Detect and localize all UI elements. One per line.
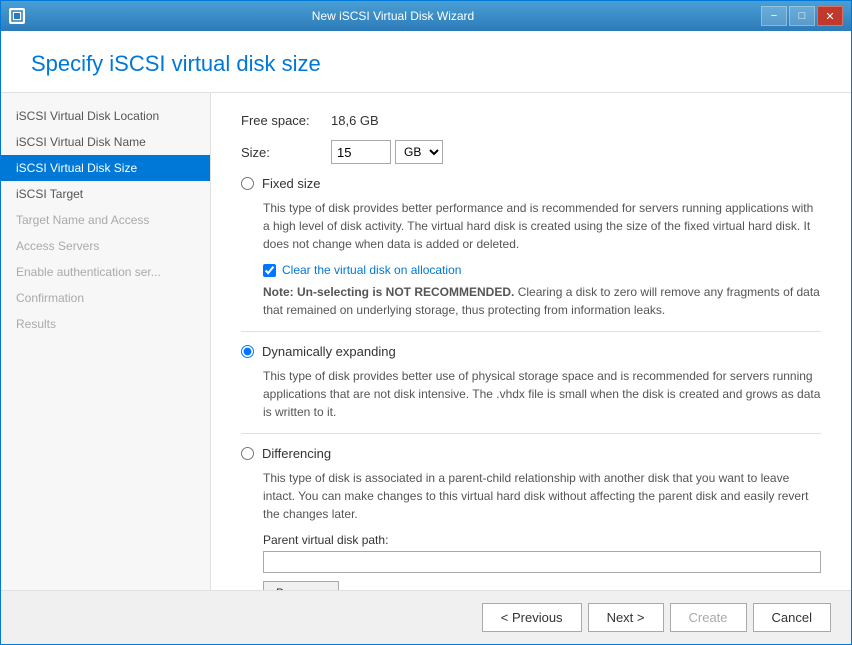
differencing-radio[interactable] [241, 447, 254, 460]
clear-disk-checkbox[interactable] [263, 264, 276, 277]
create-button: Create [670, 603, 747, 632]
app-icon [9, 8, 25, 24]
dynamic-label[interactable]: Dynamically expanding [262, 344, 396, 359]
note-text: Note: Un-selecting is NOT RECOMMENDED. C… [263, 283, 821, 319]
differencing-label[interactable]: Differencing [262, 446, 331, 461]
free-space-value: 18,6 GB [331, 113, 379, 128]
section-divider-2 [241, 433, 821, 434]
sidebar-item-iscsi-location[interactable]: iSCSI Virtual Disk Location [1, 103, 210, 129]
parent-path-input[interactable] [263, 551, 821, 573]
sidebar-item-iscsi-name[interactable]: iSCSI Virtual Disk Name [1, 129, 210, 155]
sidebar-item-enable-auth: Enable authentication ser... [1, 259, 210, 285]
sidebar-item-results: Results [1, 311, 210, 337]
minimize-button[interactable]: − [761, 6, 787, 26]
sidebar-item-access-servers: Access Servers [1, 233, 210, 259]
page-title: Specify iSCSI virtual disk size [31, 51, 821, 77]
checkbox-label[interactable]: Clear the virtual disk on allocation [282, 263, 461, 277]
window-controls: − □ ✕ [761, 6, 843, 26]
size-unit-container: GB MB TB [395, 140, 443, 164]
free-space-label: Free space: [241, 113, 331, 128]
differencing-option: Differencing [241, 446, 821, 461]
dynamic-description: This type of disk provides better use of… [263, 367, 821, 421]
main-content: Free space: 18,6 GB Size: GB MB TB [211, 93, 851, 590]
next-button[interactable]: Next > [588, 603, 664, 632]
wizard-body: Specify iSCSI virtual disk size iSCSI Vi… [1, 31, 851, 644]
sidebar-item-iscsi-target[interactable]: iSCSI Target [1, 181, 210, 207]
size-row: Size: GB MB TB [241, 140, 821, 164]
wizard-content: iSCSI Virtual Disk Location iSCSI Virtua… [1, 93, 851, 590]
size-unit-select[interactable]: GB MB TB [395, 140, 443, 164]
section-divider-1 [241, 331, 821, 332]
note-bold-prefix: Note: Un-selecting is NOT RECOMMENDED. [263, 285, 514, 299]
sidebar-item-target-name: Target Name and Access [1, 207, 210, 233]
title-bar: New iSCSI Virtual Disk Wizard − □ ✕ [1, 1, 851, 31]
differencing-description: This type of disk is associated in a par… [263, 469, 821, 523]
clear-disk-checkbox-row: Clear the virtual disk on allocation [263, 263, 821, 277]
previous-button[interactable]: < Previous [482, 603, 582, 632]
cancel-button[interactable]: Cancel [753, 603, 831, 632]
parent-path-section: Parent virtual disk path: Browse... [263, 533, 821, 590]
restore-button[interactable]: □ [789, 6, 815, 26]
wizard-header: Specify iSCSI virtual disk size [1, 31, 851, 93]
dynamic-option: Dynamically expanding [241, 344, 821, 359]
free-space-row: Free space: 18,6 GB [241, 113, 821, 128]
fixed-size-description: This type of disk provides better perfor… [263, 199, 821, 253]
fixed-size-label[interactable]: Fixed size [262, 176, 321, 191]
sidebar-item-iscsi-size[interactable]: iSCSI Virtual Disk Size [1, 155, 210, 181]
parent-path-label: Parent virtual disk path: [263, 533, 821, 547]
close-button[interactable]: ✕ [817, 6, 843, 26]
fixed-size-option: Fixed size [241, 176, 821, 191]
size-label: Size: [241, 145, 331, 160]
sidebar: iSCSI Virtual Disk Location iSCSI Virtua… [1, 93, 211, 590]
dynamic-radio[interactable] [241, 345, 254, 358]
wizard-footer: < Previous Next > Create Cancel [1, 590, 851, 644]
browse-button[interactable]: Browse... [263, 581, 339, 590]
size-input[interactable] [331, 140, 391, 164]
window-title: New iSCSI Virtual Disk Wizard [25, 9, 761, 23]
wizard-window: New iSCSI Virtual Disk Wizard − □ ✕ Spec… [0, 0, 852, 645]
fixed-size-radio[interactable] [241, 177, 254, 190]
sidebar-item-confirmation: Confirmation [1, 285, 210, 311]
